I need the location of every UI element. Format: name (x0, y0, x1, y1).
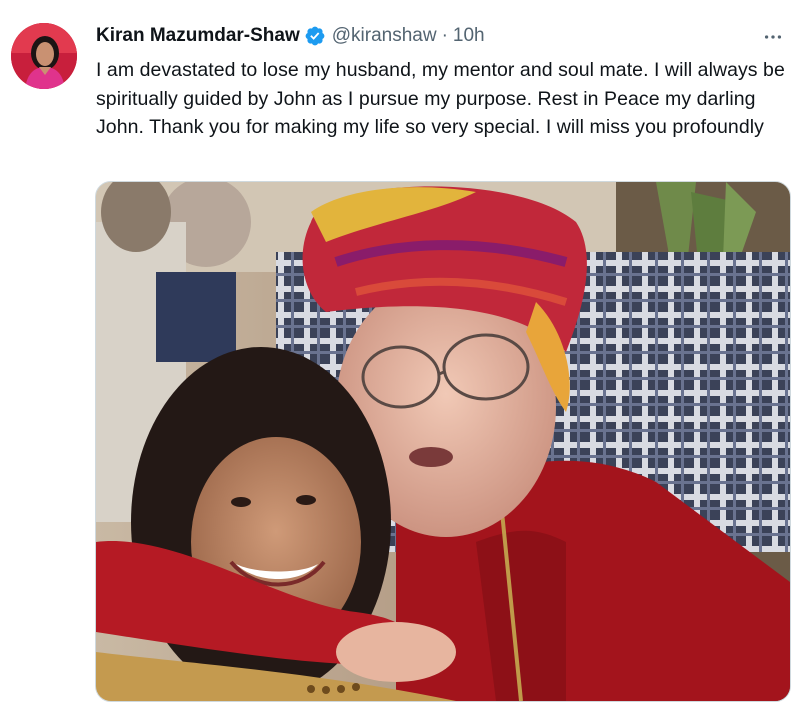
more-horizontal-icon[interactable] (758, 24, 788, 50)
header-separator: · (441, 25, 448, 46)
author-avatar[interactable] (11, 23, 77, 89)
tweet-text: I am devastated to lose my husband, my m… (96, 59, 785, 138)
tweet-header: Kiran Mazumdar-Shaw @kiranshaw · 10h (96, 22, 485, 50)
tweet-timestamp[interactable]: 10h (453, 25, 485, 47)
avatar-photo (11, 23, 77, 89)
author-handle[interactable]: @kiranshaw (332, 25, 437, 47)
photo-image (96, 182, 790, 701)
author-display-name[interactable]: Kiran Mazumdar-Shaw (96, 25, 300, 47)
tweet-card[interactable]: Kiran Mazumdar-Shaw @kiranshaw · 10h I a… (0, 0, 801, 708)
verified-badge-icon (304, 25, 326, 47)
tweet-photo[interactable] (95, 181, 791, 702)
